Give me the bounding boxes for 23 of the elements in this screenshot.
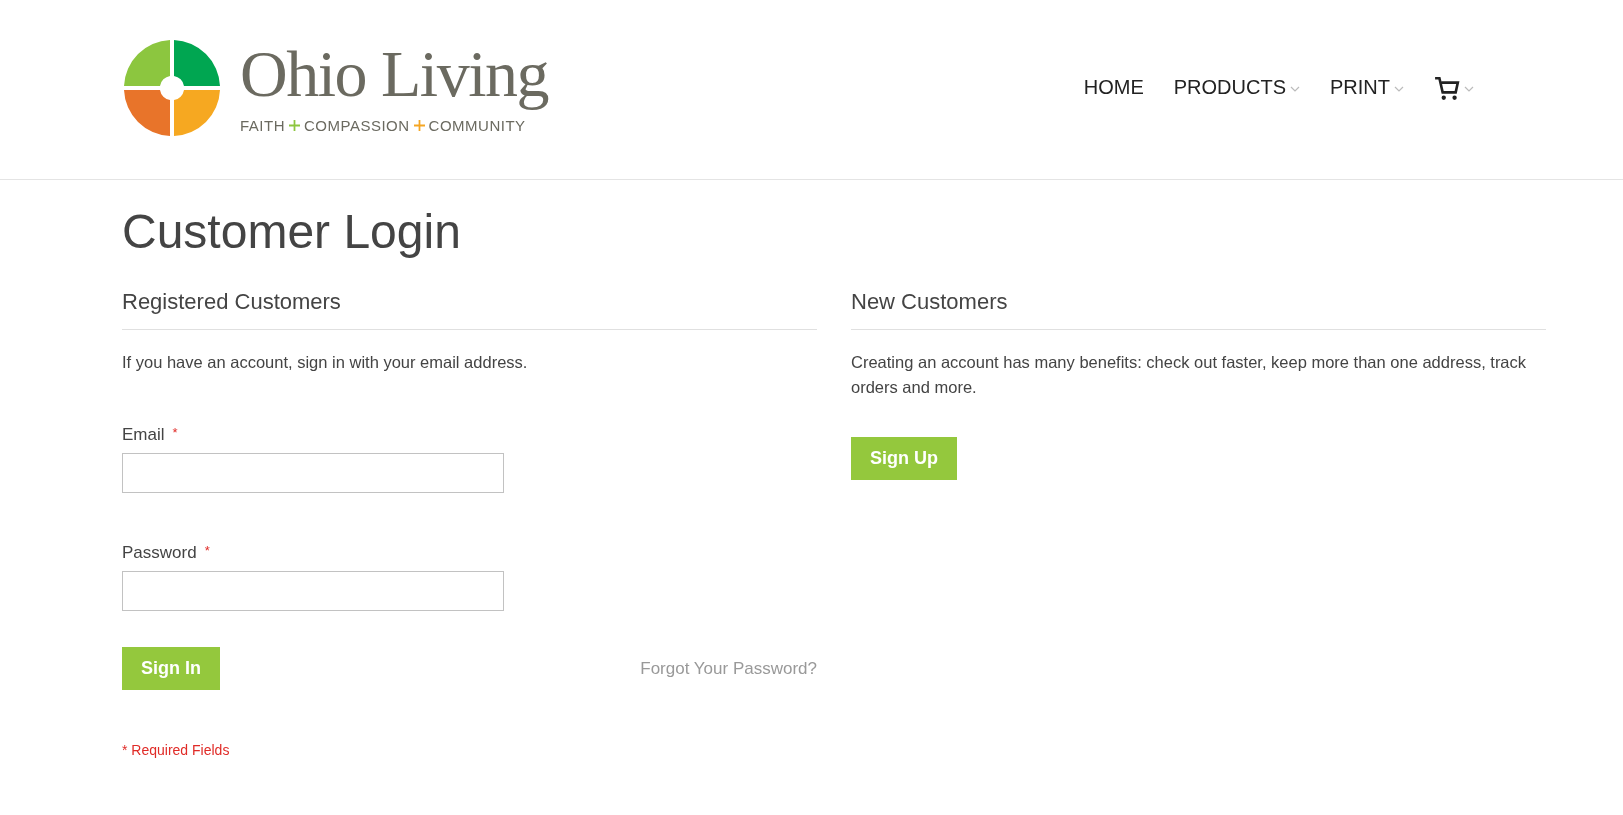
nav-link[interactable]: PRODUCTS [1173,76,1300,99]
nav-link[interactable]: HOME [1083,76,1144,99]
intro-text: Creating an account has many benefits: check out faster, keep more than one address, track orders and more. [851,352,1528,398]
tagline-word: COMPASSION [304,117,410,134]
required-asterisk: * [172,425,178,442]
tagline-word: COMMUNITY [428,117,526,134]
cart-icon [1434,74,1460,101]
field-label: Email [122,425,165,445]
logo-mark-icon [122,37,222,138]
required-fields-note: * Required Fields [122,742,231,758]
required-asterisk: * [204,543,210,560]
input-field[interactable] [122,453,504,493]
cart-menu-link[interactable] [1434,74,1474,101]
plus-icon [413,120,425,131]
section-heading: New Customers [851,289,1546,330]
intro-text: If you have an account, sign in with your email address. [122,352,529,373]
plus-icon [289,120,300,131]
input-field[interactable] [122,571,504,611]
section-heading: Registered Customers [122,289,817,330]
nav-link[interactable]: PRINT [1330,76,1404,99]
page-title: Customer Login [122,204,462,259]
tagline-word: FAITH [240,117,285,134]
field-label: Password [122,543,197,563]
